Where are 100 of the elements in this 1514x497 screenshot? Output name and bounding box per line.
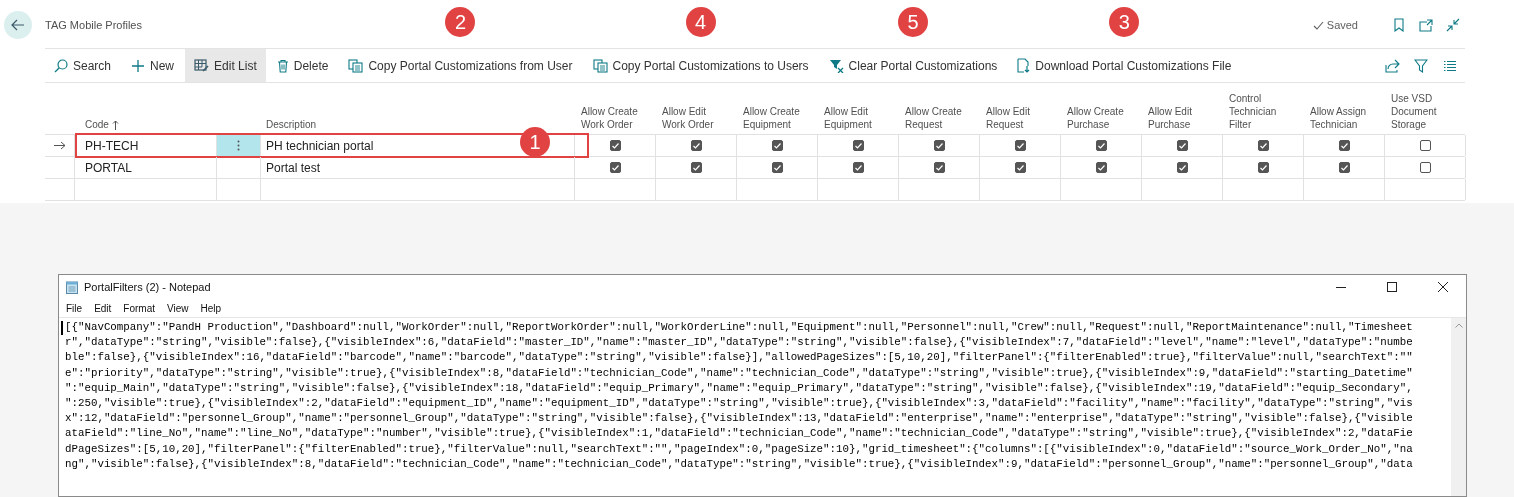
plus-icon (131, 58, 146, 73)
checkbox[interactable] (1176, 140, 1188, 151)
maximize-icon (1387, 282, 1397, 292)
text-line: ataField":"line_No","name":"line_No","dataType":"number","visible":true},{"visibleIndex":1,"dataField":"technician_Code","name":"technician_Code","dataType":"string","visible":true},{"visibleIndex":2,"dataFie (65, 426, 1413, 442)
check-icon (935, 164, 943, 171)
checkbox[interactable] (1176, 162, 1188, 173)
check-icon (1097, 142, 1105, 149)
column-header[interactable]: Code (85, 118, 109, 131)
column-header[interactable]: Allow Create Purchase (1067, 105, 1134, 131)
toolbar-action[interactable]: New (122, 49, 184, 82)
check-icon (773, 142, 781, 149)
search-icon (54, 58, 68, 73)
checkbox[interactable] (852, 162, 864, 173)
text-line: ":"equip_Main","dataType":"string","visible":false},{"visibleIndex":18,"dataField":"equip_Primary","name":"equip_Primary","dataType":"string","visible":false},{"visibleIndex":19,"dataField":"equip_Secondary", (65, 380, 1413, 396)
check-icon (1016, 164, 1024, 171)
text-line: dPageSizes":[5,10,20],"filterPanel":{"filterEnabled":true},"filterValue":null,"searchText":"","pageIndex":0,"pageSize":10},"grid_timesheet":{"columns":[{"visibleIndex":0,"dataField":"source_Work_Order_No","na (65, 441, 1413, 457)
callout-badge: 2 (445, 7, 476, 37)
checkbox[interactable] (1095, 162, 1107, 173)
column-header[interactable]: Control Technician Filter (1229, 92, 1296, 131)
menu-item[interactable]: Help (194, 302, 228, 314)
column-header[interactable]: Allow Create Equipment (743, 105, 810, 131)
check-icon (935, 142, 943, 149)
checkbox[interactable] (1257, 162, 1269, 173)
window-title: PortalFilters (2) - Notepad (84, 281, 212, 293)
toolbar-action[interactable]: Edit List (185, 49, 266, 82)
text-line: ble":false},{"visibleIndex":16,"dataField":"barcode","name":"barcode","dataType":"string","visible":false}],"allowedPageSizes":[5,10,20],"filterPanel":{"filterEnabled":true},"filterValue":null,"searchText":"" (65, 350, 1413, 366)
checkbox[interactable] (1419, 140, 1431, 151)
text-line: r","dataType":"string","visible":false},{"visibleIndex":6,"dataField":"master_ID","name":"master_ID","dataType":"string","visible":false},{"visibleIndex":7,"dataField":"level","name":"level","dataType":"numbe (65, 335, 1413, 351)
share-icon (1384, 58, 1400, 73)
row-menu-button[interactable] (237, 140, 240, 151)
callout-badge: 3 (1109, 7, 1140, 37)
column-header[interactable]: Use VSD Document Storage (1391, 92, 1458, 131)
check-icon (1259, 142, 1267, 149)
callout-badge: 4 (685, 7, 716, 37)
file-download-icon (1017, 58, 1031, 73)
checkbox[interactable] (771, 140, 783, 151)
check-icon (611, 142, 619, 149)
checkbox[interactable] (609, 162, 621, 173)
menu-item[interactable]: Format (117, 302, 162, 314)
grid-edit-icon (194, 59, 210, 72)
column-header[interactable]: Allow Create Work Order (581, 105, 648, 131)
row-pointer-arrow-icon (53, 141, 66, 150)
column-header[interactable]: Allow Edit Work Order (662, 105, 729, 131)
column-header[interactable]: Description (266, 118, 317, 131)
checkbox[interactable] (1014, 140, 1026, 151)
check-icon (1097, 164, 1105, 171)
checkbox[interactable] (690, 140, 702, 151)
bookmark-icon (1394, 18, 1404, 32)
copy-icon (348, 58, 364, 73)
checkbox[interactable] (609, 140, 621, 151)
check-icon (611, 164, 619, 171)
toolbar-action[interactable]: Delete (267, 49, 338, 82)
column-header[interactable]: Allow Assign Technician (1310, 105, 1377, 131)
page-title: TAG Mobile Profiles (45, 19, 142, 31)
check-icon (692, 142, 700, 149)
back-button[interactable] (4, 11, 32, 39)
checkbox[interactable] (1257, 140, 1269, 151)
checkbox[interactable] (771, 162, 783, 173)
column-header[interactable]: Allow Edit Request (986, 105, 1053, 131)
checkbox[interactable] (852, 140, 864, 151)
menu-item[interactable]: View (161, 302, 195, 314)
checkbox[interactable] (933, 140, 945, 151)
description-cell: PH technician portal (266, 138, 374, 153)
text-line: x":12,"dataField":"personnel_Group","name":"personnel_Group","dataType":"string","visible":false},{"visibleIndex":13,"dataField":"enterprise","name":"enterprise","dataType":"string","visible":false},{"visible (65, 411, 1413, 427)
scroll-up-icon (1454, 323, 1463, 328)
code-cell: PORTAL (85, 160, 132, 175)
menu-item[interactable]: Edit (88, 302, 118, 314)
checkbox[interactable] (933, 162, 945, 173)
checkbox[interactable] (1419, 162, 1431, 173)
column-header[interactable]: Allow Edit Equipment (824, 105, 891, 131)
close-icon (1438, 282, 1448, 292)
column-header[interactable]: Allow Create Request (905, 105, 972, 131)
check-icon (854, 142, 862, 149)
check-icon (773, 164, 781, 171)
check-icon (1312, 20, 1324, 30)
checkbox[interactable] (1014, 162, 1026, 173)
menu-item[interactable]: File (60, 302, 89, 314)
check-icon (854, 164, 862, 171)
callout-badge: 1 (520, 127, 550, 157)
saved-status: Saved (1326, 19, 1358, 31)
checkbox[interactable] (1095, 140, 1107, 151)
column-header[interactable]: Allow Edit Purchase (1148, 105, 1215, 131)
check-icon (692, 164, 700, 171)
popout-icon (1419, 18, 1433, 32)
back-arrow-icon (11, 19, 25, 31)
toolbar-action[interactable]: Search (45, 49, 121, 82)
trash-icon (276, 58, 289, 73)
text-line: ng","visible":false},{"visibleIndex":8,"dataField":"technician_Code","name":"technician_Code","dataType":"string","visible":true},{"visibleIndex":9,"dataField":"personnel_Group","name":"personnel_Group","data (65, 456, 1413, 472)
list-icon (1443, 59, 1457, 72)
filter-icon (1414, 58, 1428, 73)
description-cell: Portal test (266, 160, 321, 175)
checkbox[interactable] (690, 162, 702, 173)
check-icon (1259, 164, 1267, 171)
check-icon (1178, 164, 1186, 171)
checkbox[interactable] (1338, 162, 1350, 173)
check-icon (1340, 142, 1348, 149)
text-line: ":250,"visible":true},{"visibleIndex":2,"dataField":"equipment_ID","name":"equipment_ID","dataType":"string","visible":true},{"visibleIndex":3,"dataField":"facility","name":"facility","dataType":"string","vis (65, 396, 1413, 411)
checkbox[interactable] (1338, 140, 1350, 151)
callout-badge: 5 (897, 7, 928, 37)
filter-clear-icon (828, 58, 844, 73)
